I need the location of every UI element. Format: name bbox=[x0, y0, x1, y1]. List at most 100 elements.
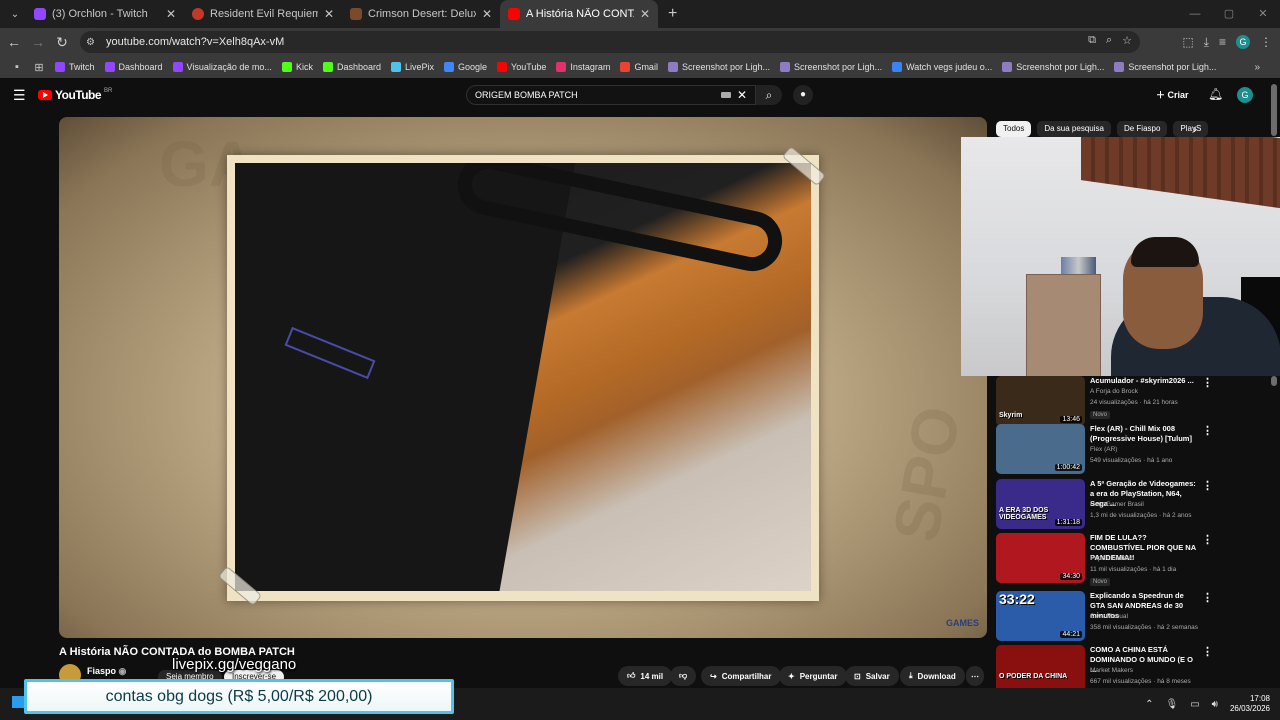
bookmark-item[interactable]: Screenshot por Ligh... bbox=[1109, 62, 1221, 72]
like-button[interactable]: 👍︎ 14 mil bbox=[618, 666, 673, 686]
channel-name[interactable]: Fiaspo ◉ bbox=[87, 666, 126, 677]
profile-avatar[interactable]: G bbox=[1236, 35, 1250, 49]
bookmark-item[interactable]: Twitch bbox=[50, 62, 100, 72]
share-button[interactable]: ↪ Compartilhar bbox=[701, 666, 781, 686]
tab-search-icon[interactable]: ⌄ bbox=[4, 3, 26, 25]
clock[interactable]: 17:08 26/03/2026 bbox=[1230, 694, 1270, 714]
site-info-icon[interactable]: ⚙ bbox=[86, 37, 100, 48]
recommendation-channel[interactable]: RetroGamer Brasil bbox=[1090, 501, 1144, 508]
windows-start-icon[interactable] bbox=[12, 696, 24, 708]
reload-icon[interactable]: ↻ bbox=[50, 34, 74, 51]
video-thumbnail[interactable]: 34:30 bbox=[996, 533, 1085, 583]
search-input[interactable]: ORIGEM BOMBA PATCH ✕ bbox=[466, 85, 756, 105]
more-bookmarks-icon[interactable]: » bbox=[1254, 62, 1260, 73]
close-icon[interactable]: ✕ bbox=[166, 7, 176, 21]
bookmark-item[interactable]: Instagram bbox=[551, 62, 615, 72]
recommendation-channel[interactable]: Papo Libertário bbox=[1090, 555, 1134, 562]
forward-icon[interactable]: → bbox=[26, 34, 50, 50]
network-icon[interactable]: ▭ bbox=[1190, 699, 1199, 710]
extensions-icon[interactable]: ⬚ bbox=[1182, 35, 1193, 49]
apps-grid-icon[interactable]: ⊞ bbox=[28, 61, 50, 74]
voice-search-icon[interactable]: ● bbox=[793, 85, 813, 105]
bookmark-item[interactable]: Dashboard bbox=[318, 62, 386, 72]
ask-button[interactable]: ✦ Perguntar bbox=[779, 666, 847, 686]
browser-tab-2[interactable]: Crimson Desert: Deluxe Edition ✕ bbox=[342, 0, 500, 28]
close-icon[interactable]: ✕ bbox=[324, 7, 334, 21]
back-icon[interactable]: ← bbox=[2, 34, 26, 50]
search-button[interactable]: ⌕ bbox=[756, 85, 782, 105]
bookmark-item[interactable]: LivePix bbox=[386, 62, 439, 72]
bookmark-item[interactable]: Screenshot por Ligh... bbox=[997, 62, 1109, 72]
chip-from-channel[interactable]: De Fiaspo bbox=[1116, 121, 1168, 137]
video-thumbnail[interactable]: 1:00:42 bbox=[996, 424, 1085, 474]
browser-tab-0[interactable]: (3) Orchlon - Twitch ✕ bbox=[26, 0, 184, 28]
chip-all[interactable]: Todos bbox=[996, 121, 1032, 137]
chip-playstation[interactable]: PlayS bbox=[1173, 121, 1209, 137]
bookmark-item[interactable]: Google bbox=[439, 62, 492, 72]
recommendation-channel[interactable]: A Forja do Brock bbox=[1090, 388, 1138, 395]
microphone-icon[interactable]: 🎙︎ bbox=[1165, 699, 1178, 710]
more-options-icon[interactable]: ⋮ bbox=[1202, 533, 1213, 546]
cast-icon[interactable]: ⧉ bbox=[1088, 34, 1096, 47]
video-thumbnail[interactable]: A ERA 3D DOS VIDEOGAMES 1:31:18 bbox=[996, 479, 1085, 529]
media-icon[interactable]: ≡ bbox=[1219, 35, 1226, 49]
recommendation-channel[interactable]: Flex (AR) bbox=[1090, 446, 1117, 453]
more-actions-button[interactable]: ⋯ bbox=[966, 666, 984, 686]
bookmark-star-icon[interactable]: ☆ bbox=[1122, 34, 1132, 47]
bookmark-item[interactable]: Dashboard bbox=[100, 62, 168, 72]
chevron-up-icon[interactable]: ⌃ bbox=[1145, 699, 1153, 710]
video-thumbnail[interactable]: 33:22 44:21 bbox=[996, 591, 1085, 641]
minimize-icon[interactable]: — bbox=[1178, 0, 1212, 28]
download-button[interactable]: ⤓ Download bbox=[900, 666, 965, 686]
recommendation-item[interactable]: 33:22 44:21 Explicando a Speedrun de GTA S… bbox=[996, 591, 1266, 641]
sidebar-icon[interactable]: ▪ bbox=[6, 61, 28, 73]
keyboard-icon[interactable] bbox=[721, 92, 731, 98]
more-options-icon[interactable]: ⋮ bbox=[1202, 645, 1213, 658]
bookmark-item[interactable]: Screenshot por Ligh... bbox=[663, 62, 775, 72]
page-scrollbar[interactable] bbox=[1271, 84, 1277, 136]
sidebar-scrollbar[interactable] bbox=[1271, 376, 1277, 386]
more-options-icon[interactable]: ⋮ bbox=[1202, 376, 1213, 389]
account-avatar[interactable]: G bbox=[1237, 87, 1253, 103]
menu-dots-icon[interactable]: ⋮ bbox=[1260, 35, 1272, 49]
recommendation-title[interactable]: Flex (AR) - Chill Mix 008 (Progressive H… bbox=[1090, 424, 1200, 444]
bookmark-item[interactable]: Visualização de mo... bbox=[168, 62, 277, 72]
url-bar[interactable]: ⚙ youtube.com/watch?v=Xelh8qAx-vM ⧉ ⌕ ☆ bbox=[80, 31, 1140, 53]
recommendation-title[interactable]: Acumulador - #skyrim2026 ... bbox=[1090, 376, 1200, 386]
volume-icon[interactable]: 🔊︎ bbox=[1212, 699, 1218, 710]
maximize-icon[interactable]: ▢ bbox=[1212, 0, 1246, 28]
menu-icon[interactable]: ☰ bbox=[13, 87, 26, 104]
bookmark-item[interactable]: Screenshot por Ligh... bbox=[775, 62, 887, 72]
download-icon[interactable]: ⤓ bbox=[1204, 35, 1209, 50]
more-options-icon[interactable]: ⋮ bbox=[1202, 479, 1213, 492]
video-thumbnail[interactable]: Skyrim 13:46 bbox=[996, 376, 1085, 426]
chevron-right-icon[interactable]: › bbox=[1193, 122, 1197, 136]
create-button[interactable]: ＋ Criar bbox=[1156, 88, 1189, 101]
more-options-icon[interactable]: ⋮ bbox=[1202, 591, 1213, 604]
notifications-bell-icon[interactable]: 🔔︎ bbox=[1208, 87, 1223, 101]
bookmark-item[interactable]: Gmail bbox=[615, 62, 663, 72]
youtube-logo[interactable]: YouTube BR bbox=[38, 88, 112, 102]
browser-tab-3[interactable]: A História NÃO CONTADA do BOMBA PATCH ✕ bbox=[500, 0, 658, 28]
recommendation-channel[interactable]: Market Makers bbox=[1090, 667, 1133, 674]
recommendation-item[interactable]: Skyrim 13:46 Acumulador - #skyrim2026 ... A… bbox=[996, 376, 1266, 426]
bookmark-item[interactable]: YouTube bbox=[492, 62, 551, 72]
bookmark-item[interactable]: Kick bbox=[277, 62, 318, 72]
chip-from-search[interactable]: Da sua pesquisa bbox=[1037, 121, 1111, 137]
close-window-icon[interactable]: ✕ bbox=[1246, 0, 1280, 28]
more-options-icon[interactable]: ⋮ bbox=[1202, 424, 1213, 437]
bookmark-item[interactable]: Watch vegs judeu o... bbox=[887, 62, 997, 72]
zoom-icon[interactable]: ⌕ bbox=[1106, 34, 1112, 47]
save-button[interactable]: ⊡ Salvar bbox=[845, 666, 899, 686]
clear-search-icon[interactable]: ✕ bbox=[737, 88, 747, 102]
close-icon[interactable]: ✕ bbox=[640, 7, 650, 21]
browser-tab-1[interactable]: Resident Evil Requiem - Speedrun ✕ bbox=[184, 0, 342, 28]
close-icon[interactable]: ✕ bbox=[482, 7, 492, 21]
video-player[interactable]: GA SPO GAMES bbox=[59, 117, 987, 638]
recommendation-item[interactable]: 34:30 FIM DE LULA?? COMBUSTÍVEL PIOR QUE … bbox=[996, 533, 1266, 586]
dislike-button[interactable]: 👎︎ bbox=[670, 666, 697, 686]
recommendation-channel[interactable]: Save Manual bbox=[1090, 613, 1128, 620]
recommendation-item[interactable]: A ERA 3D DOS VIDEOGAMES 1:31:18 A 5ª Geraç… bbox=[996, 479, 1266, 529]
new-tab-icon[interactable]: + bbox=[668, 5, 677, 23]
recommendation-item[interactable]: 1:00:42 Flex (AR) - Chill Mix 008 (Progre… bbox=[996, 424, 1266, 474]
